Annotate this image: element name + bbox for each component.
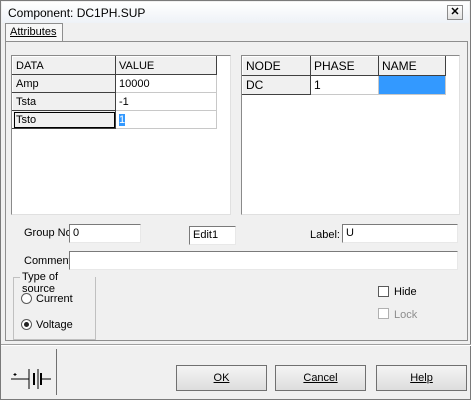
value-cell[interactable]: -1 [115, 92, 217, 111]
group-no-input[interactable]: 0 [69, 224, 141, 243]
row-header: Tsto [12, 110, 116, 129]
column-header: PHASE [310, 56, 379, 76]
data-table: DATA VALUE Amp 10000 Tsta -1 Tsto 1 [12, 56, 217, 129]
selected-value-text[interactable]: 1 [119, 113, 126, 126]
label-input[interactable]: U [342, 224, 458, 243]
name-cell[interactable] [378, 75, 446, 95]
dc-voltage-source-icon [11, 369, 51, 389]
tab-attributes[interactable]: Attributes [5, 23, 63, 42]
dialog-window: Component: DC1PH.SUP ✕ Attributes DATA V… [0, 0, 471, 400]
hide-checkbox[interactable] [378, 286, 389, 297]
column-header: NODE [242, 56, 311, 76]
voltage-radio[interactable] [21, 319, 32, 330]
voltage-radio-label[interactable]: Voltage [36, 319, 73, 331]
edit1-input[interactable]: Edit1 [189, 226, 236, 245]
close-button[interactable]: ✕ [447, 5, 463, 20]
title-bar: Component: DC1PH.SUP ✕ [2, 2, 469, 23]
current-radio-label[interactable]: Current [36, 293, 73, 305]
close-icon: ✕ [450, 6, 460, 18]
column-header: DATA [12, 56, 116, 75]
table-row: Tsta -1 [12, 92, 217, 111]
help-button[interactable]: Help [376, 365, 467, 391]
comment-input[interactable] [69, 251, 458, 270]
ok-button[interactable]: OK [176, 365, 267, 391]
data-header-row: DATA VALUE [12, 56, 217, 75]
column-header: VALUE [115, 56, 217, 75]
help-button-label: Help [410, 372, 433, 384]
value-cell-editing[interactable]: 1 [115, 110, 217, 129]
cancel-button-label: Cancel [303, 372, 338, 384]
component-symbol-panel [5, 349, 57, 395]
lock-checkbox-label: Lock [394, 309, 418, 321]
node-grid[interactable]: NODE PHASE NAME DC 1 [241, 55, 460, 215]
row-header: Amp [12, 74, 116, 93]
table-row: Amp 10000 [12, 74, 217, 93]
column-header: NAME [378, 56, 446, 76]
comment-label: Comment: [24, 255, 75, 267]
tab-label: Attributes [10, 26, 57, 38]
node-cell: DC [242, 75, 311, 95]
window-title: Component: DC1PH.SUP [8, 6, 146, 20]
node-header-row: NODE PHASE NAME [242, 56, 446, 76]
data-grid[interactable]: DATA VALUE Amp 10000 Tsta -1 Tsto 1 [11, 55, 231, 215]
ok-button-label: OK [213, 372, 230, 384]
phase-cell[interactable]: 1 [310, 75, 379, 95]
table-row: DC 1 [242, 75, 446, 95]
source-type-legend: Type of source [20, 271, 95, 295]
lock-checkbox[interactable] [378, 308, 389, 319]
table-row: Tsto 1 [12, 110, 217, 129]
node-table: NODE PHASE NAME DC 1 [242, 56, 446, 95]
label-label: Label: [310, 229, 340, 241]
value-cell[interactable]: 10000 [115, 74, 217, 93]
cancel-button[interactable]: Cancel [275, 365, 366, 391]
radio-selected-dot [24, 322, 29, 327]
current-radio[interactable] [21, 293, 32, 304]
group-no-label: Group No: [24, 227, 75, 239]
hide-checkbox-label[interactable]: Hide [394, 286, 417, 298]
footer-separator [1, 344, 471, 346]
row-header: Tsta [12, 92, 116, 111]
